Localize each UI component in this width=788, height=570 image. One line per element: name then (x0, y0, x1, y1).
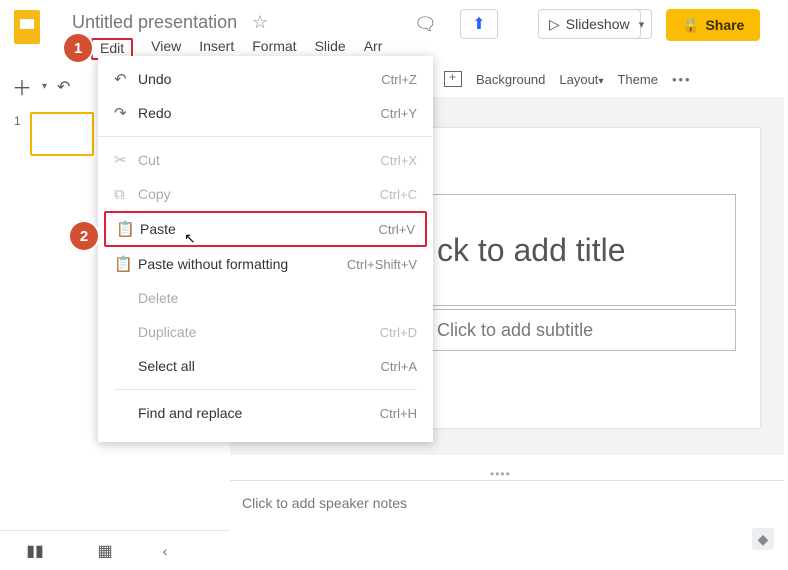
menu-item-label: Cut (138, 152, 381, 168)
menu-item-shortcut: Ctrl+X (381, 153, 417, 168)
new-slide-dropdown-icon[interactable]: ▾ (42, 81, 47, 92)
menu-item-label: Paste (140, 221, 379, 237)
slide-thumb-1[interactable] (30, 112, 94, 156)
menu-item-undo[interactable]: ↶ Undo Ctrl+Z (98, 62, 433, 96)
toolbar-secondary: Background Layout▾ Theme ••• (444, 71, 692, 87)
cut-icon: ✂ (114, 151, 138, 169)
copy-icon: ⧉ (114, 186, 138, 203)
menu-item-duplicate[interactable]: Duplicate Ctrl+D (98, 315, 433, 349)
lock-icon: 🔒 (682, 17, 699, 34)
menu-item-find-replace[interactable]: Find and replace Ctrl+H (98, 396, 433, 430)
speaker-notes[interactable]: Click to add speaker notes (230, 480, 784, 534)
menu-item-label: Delete (138, 290, 417, 306)
play-icon: ▷ (549, 16, 560, 33)
menu-item-shortcut: Ctrl+H (380, 406, 417, 421)
menu-item-shortcut: Ctrl+Y (381, 106, 417, 121)
menu-item-shortcut: Ctrl+D (380, 325, 417, 340)
menu-item-delete[interactable]: Delete (98, 281, 433, 315)
slide-thumb-number: 1 (14, 114, 21, 128)
menu-separator (114, 389, 417, 390)
share-label: Share (705, 17, 744, 33)
menu-item-label: Find and replace (138, 405, 380, 421)
menu-item-label: Undo (138, 71, 381, 87)
present-up-icon[interactable]: ⬆ (460, 9, 498, 39)
paste-icon: 📋 (116, 220, 140, 238)
slideshow-dropdown[interactable]: ▾ (632, 9, 652, 39)
menu-item-shortcut: Ctrl+V (379, 222, 415, 237)
menu-item-paste[interactable]: 📋 Paste Ctrl+V (104, 211, 427, 247)
collapse-panel-icon[interactable]: ‹ (140, 543, 190, 559)
theme-button[interactable]: Theme (617, 72, 657, 87)
menu-item-label: Paste without formatting (138, 256, 347, 272)
menu-item-label: Redo (138, 105, 381, 121)
share-button[interactable]: 🔒 Share (666, 9, 760, 41)
textbox-icon[interactable] (444, 71, 462, 87)
cursor-icon: ↖ (184, 230, 196, 247)
view-switcher: ▮▮ ▦ ‹ (0, 530, 230, 570)
redo-icon: ↷ (114, 104, 138, 122)
annotation-badge-1: 1 (64, 34, 92, 62)
paste-plain-icon: 📋 (114, 255, 138, 273)
slides-logo-icon[interactable] (14, 10, 40, 44)
more-icon[interactable]: ••• (672, 72, 692, 87)
explore-icon[interactable]: ◆ (752, 528, 774, 550)
notes-resize-handle[interactable]: •••• (490, 467, 511, 481)
menu-item-label: Select all (138, 358, 381, 374)
layout-button[interactable]: Layout▾ (559, 72, 603, 87)
annotation-badge-2: 2 (70, 222, 98, 250)
filmstrip-view-icon[interactable]: ▮▮ (0, 541, 70, 561)
menu-item-label: Copy (138, 186, 380, 202)
menu-item-shortcut: Ctrl+C (380, 187, 417, 202)
menu-item-cut[interactable]: ✂ Cut Ctrl+X (98, 143, 433, 177)
menu-separator (98, 136, 433, 137)
document-name[interactable]: Untitled presentation (72, 12, 237, 33)
edit-menu: ↶ Undo Ctrl+Z ↷ Redo Ctrl+Y ✂ Cut Ctrl+X… (98, 56, 433, 442)
menu-item-paste-without-formatting[interactable]: 📋 Paste without formatting Ctrl+Shift+V (98, 247, 433, 281)
undo-icon: ↶ (114, 70, 138, 88)
comments-icon[interactable]: 🗨 (414, 14, 437, 35)
menu-item-shortcut: Ctrl+Z (381, 72, 417, 87)
slideshow-button[interactable]: ▷ Slideshow (538, 9, 641, 39)
menu-item-label: Duplicate (138, 324, 380, 340)
menu-item-copy[interactable]: ⧉ Copy Ctrl+C (98, 177, 433, 211)
star-icon[interactable]: ☆ (252, 12, 268, 33)
grid-view-icon[interactable]: ▦ (70, 541, 140, 561)
menu-item-select-all[interactable]: Select all Ctrl+A (98, 349, 433, 383)
undo-icon[interactable]: ↶ (57, 77, 70, 97)
menu-item-shortcut: Ctrl+A (381, 359, 417, 374)
menu-item-redo[interactable]: ↷ Redo Ctrl+Y (98, 96, 433, 130)
slideshow-label: Slideshow (566, 16, 630, 32)
background-button[interactable]: Background (476, 72, 545, 87)
menu-item-shortcut: Ctrl+Shift+V (347, 257, 417, 272)
new-slide-icon[interactable]: ＋ (12, 72, 32, 101)
toolbar-left: ＋ ▾ ↶ (12, 72, 70, 101)
